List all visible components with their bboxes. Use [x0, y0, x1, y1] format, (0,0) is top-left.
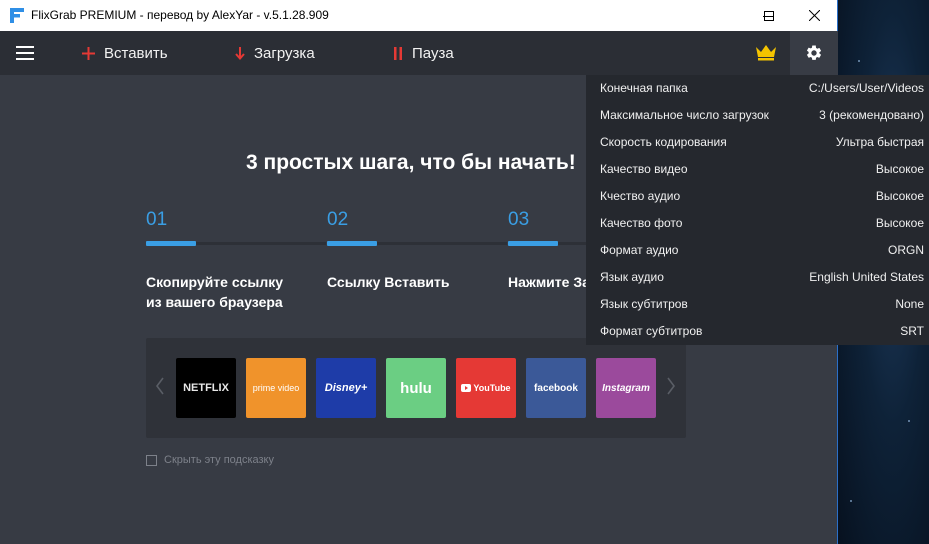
- page-title: 3 простых шага, что бы начать!: [246, 151, 576, 174]
- setting-value: C:/Users/User/Videos: [808, 81, 924, 95]
- pause-label: Пауза: [412, 44, 454, 62]
- service-tile-netflix[interactable]: NETFLIX: [176, 358, 236, 418]
- close-button[interactable]: [791, 0, 837, 31]
- pause-button[interactable]: Пауза: [394, 31, 454, 75]
- hamburger-icon[interactable]: [16, 46, 34, 60]
- setting-label: Язык субтитров: [600, 297, 688, 311]
- settings-dropdown: Конечная папка C:/Users/User/Videos Макс…: [586, 75, 929, 345]
- hide-tip-option[interactable]: Скрыть эту подсказку: [146, 454, 274, 466]
- chevron-left-icon[interactable]: [155, 376, 165, 396]
- settings-row-audio-language[interactable]: Язык аудио English United States: [586, 264, 929, 291]
- service-tile-facebook[interactable]: facebook: [526, 358, 586, 418]
- maximize-button[interactable]: [746, 0, 792, 31]
- settings-row-audio-format[interactable]: Формат аудио ORGN: [586, 237, 929, 264]
- crown-icon[interactable]: [755, 43, 777, 61]
- setting-label: Формат аудио: [600, 243, 679, 257]
- settings-row-video-quality[interactable]: Качество видео Высокое: [586, 156, 929, 183]
- service-name: hulu: [400, 379, 432, 397]
- setting-label: Кчество аудио: [600, 189, 681, 203]
- settings-row-max-downloads[interactable]: Максимальное число загрузок 3 (рекомендо…: [586, 102, 929, 129]
- service-name: NETFLIX: [183, 382, 229, 394]
- setting-label: Скорость кодирования: [600, 135, 727, 149]
- close-icon: [808, 10, 820, 21]
- step-text-line: из вашего браузера: [146, 294, 283, 310]
- setting-value: SRT: [900, 324, 924, 338]
- setting-label: Максимальное число загрузок: [600, 108, 769, 122]
- step-text: Скопируйте ссылку из вашего браузера: [146, 272, 283, 312]
- settings-row-subtitle-language[interactable]: Язык субтитров None: [586, 291, 929, 318]
- service-tile-prime-video[interactable]: prime video: [246, 358, 306, 418]
- maximize-icon: [764, 10, 774, 21]
- settings-button[interactable]: [790, 31, 838, 75]
- service-tile-youtube[interactable]: YouTube: [456, 358, 516, 418]
- service-name: Disney+: [324, 382, 368, 394]
- setting-label: Формат субтитров: [600, 324, 703, 338]
- settings-row-encoding-speed[interactable]: Скорость кодирования Ультра быстрая: [586, 129, 929, 156]
- setting-value: Ультра быстрая: [835, 135, 924, 149]
- step-text-line: Скопируйте ссылку: [146, 274, 284, 290]
- services-carousel: NETFLIX prime video Disney+ hulu YouTube…: [146, 338, 686, 438]
- service-tile-instagram[interactable]: Instagram: [596, 358, 656, 418]
- setting-value: Высокое: [875, 162, 924, 176]
- setting-label: Язык аудио: [600, 270, 664, 284]
- window-title: FlixGrab PREMIUM - перевод by AlexYar - …: [31, 8, 329, 22]
- step-progress: [146, 241, 196, 246]
- setting-value: Высокое: [875, 216, 924, 230]
- step-number: 03: [508, 209, 530, 230]
- arrow-down-icon: [235, 46, 245, 60]
- download-label: Загрузка: [254, 44, 315, 62]
- step-text-line: Нажмите За: [508, 274, 590, 290]
- service-name: YouTube: [473, 383, 511, 393]
- service-tile-hulu[interactable]: hulu: [386, 358, 446, 418]
- chevron-right-icon[interactable]: [666, 376, 676, 396]
- step-text: Нажмите За: [508, 272, 590, 292]
- step-progress: [327, 241, 377, 246]
- setting-value: ORGN: [888, 243, 924, 257]
- step-progress: [508, 241, 558, 246]
- step-text: Ссылку Вставить: [327, 272, 449, 292]
- title-bar: FlixGrab PREMIUM - перевод by AlexYar - …: [0, 0, 837, 31]
- hide-tip-checkbox[interactable]: [146, 454, 157, 466]
- service-name: facebook: [534, 382, 578, 394]
- step-number: 02: [327, 209, 349, 230]
- service-name: Instagram: [602, 382, 650, 394]
- paste-label: Вставить: [104, 44, 168, 62]
- settings-row-photo-quality[interactable]: Качество фото Высокое: [586, 210, 929, 237]
- minimize-button-alt[interactable]: [699, 0, 745, 31]
- settings-row-subtitle-format[interactable]: Формат субтитров SRT: [586, 318, 929, 345]
- setting-label: Качество видео: [600, 162, 688, 176]
- play-icon: [461, 384, 472, 392]
- setting-value: English United States: [809, 270, 924, 284]
- step-text-line: Ссылку Вставить: [327, 274, 450, 290]
- settings-row-output-folder[interactable]: Конечная папка C:/Users/User/Videos: [586, 75, 929, 102]
- setting-label: Качество фото: [600, 216, 683, 230]
- toolbar: Вставить Загрузка Пауза: [0, 31, 837, 75]
- service-name: prime video: [252, 383, 300, 393]
- paste-button[interactable]: Вставить: [82, 31, 168, 75]
- settings-row-audio-quality[interactable]: Кчество аудио Высокое: [586, 183, 929, 210]
- setting-label: Конечная папка: [600, 81, 688, 95]
- setting-value: Высокое: [875, 189, 924, 203]
- hide-tip-label: Скрыть эту подсказку: [164, 454, 274, 466]
- plus-icon: [82, 46, 95, 60]
- download-button[interactable]: Загрузка: [235, 31, 315, 75]
- pause-icon: [394, 46, 403, 60]
- setting-value: 3 (рекомендовано): [819, 108, 924, 122]
- setting-value: None: [895, 297, 924, 311]
- gear-icon: [806, 45, 822, 60]
- step-number: 01: [146, 209, 168, 230]
- flixgrab-logo-icon: [10, 8, 24, 23]
- service-tile-disney-plus[interactable]: Disney+: [316, 358, 376, 418]
